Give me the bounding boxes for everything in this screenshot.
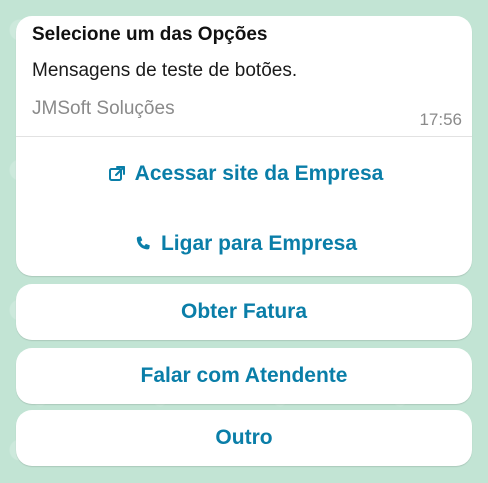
talk-to-agent-button-label: Falar com Atendente <box>140 364 348 387</box>
website-button-label: Acessar site da Empresa <box>134 162 384 185</box>
other-button-label: Outro <box>215 426 273 449</box>
get-invoice-button[interactable]: Obter Fatura <box>16 284 472 340</box>
message-time: 17:56 <box>419 110 462 129</box>
message-footer: JMSoft Soluções <box>32 98 175 119</box>
message-divider <box>16 136 472 137</box>
website-button[interactable]: Acessar site da Empresa <box>16 142 472 206</box>
external-link-icon <box>105 162 129 186</box>
message-body: Mensagens de teste de botões. <box>32 60 298 81</box>
talk-to-agent-button[interactable]: Falar com Atendente <box>16 348 472 404</box>
call-button[interactable]: Ligar para Empresa <box>16 212 472 276</box>
call-button-label: Ligar para Empresa <box>160 232 358 255</box>
other-button[interactable]: Outro <box>16 410 472 466</box>
phone-icon <box>131 232 155 256</box>
message-card: Selecione um das Opções Mensagens de tes… <box>16 16 472 276</box>
get-invoice-button-label: Obter Fatura <box>180 300 308 323</box>
message-title: Selecione um das Opções <box>32 24 268 45</box>
